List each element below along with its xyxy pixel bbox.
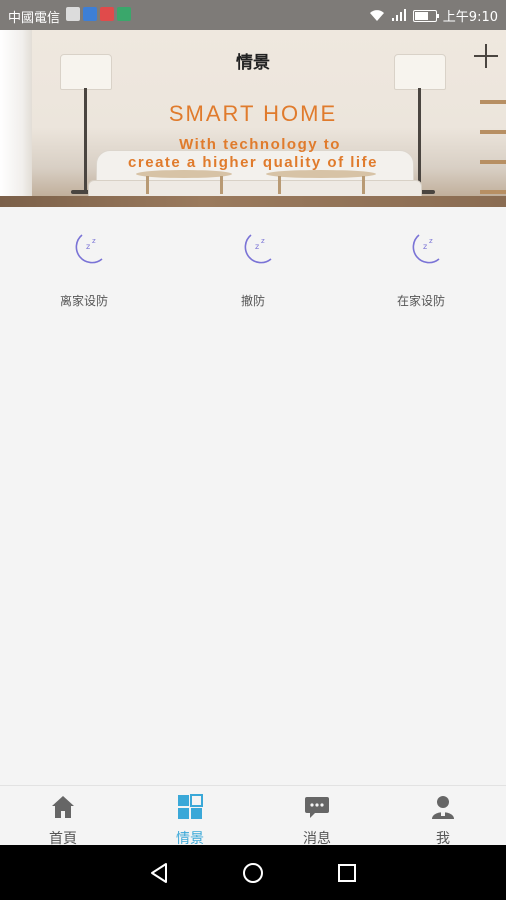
add-scene-button[interactable] (472, 42, 500, 70)
banner-headline: SMART HOME (168, 101, 338, 126)
moon-sleep-icon: z z (412, 234, 440, 264)
bottom-tab-bar: 首頁 情景 消息 我 (0, 785, 506, 847)
moon-sleep-icon: z z (75, 234, 103, 264)
svg-text:z: z (86, 242, 90, 251)
scene-list: z z 离家设防 z z 撤防 z z 在家设防 (0, 207, 506, 327)
coffee-table-right (266, 170, 376, 178)
table-leg (220, 176, 223, 194)
grid-icon (178, 794, 203, 819)
message-icon (305, 797, 329, 818)
user-icon (432, 796, 454, 819)
banner-tagline-1: With technology to (179, 136, 341, 153)
status-bar: 中國電信 上午9:10 (0, 0, 506, 30)
notification-icons (66, 7, 131, 21)
home-red-icon (100, 7, 114, 21)
tab-me[interactable]: 我 (380, 786, 506, 847)
system-nav-bar (0, 845, 506, 900)
moon-sleep-icon: z z (244, 234, 272, 264)
shield-icon (83, 7, 97, 21)
svg-text:z: z (261, 237, 265, 245)
floor (0, 196, 506, 207)
svg-text:z: z (429, 237, 433, 245)
wifi-icon (369, 10, 384, 21)
scene-disarm[interactable]: z z 撤防 (169, 207, 337, 317)
page-title: 情景 (236, 53, 270, 72)
table-leg (362, 176, 365, 194)
table-leg (278, 176, 281, 194)
tab-scene[interactable]: 情景 (127, 786, 253, 847)
table-leg (146, 176, 149, 194)
status-time: 上午9:10 (442, 10, 498, 25)
recents-icon[interactable] (333, 859, 361, 887)
battery-icon (412, 9, 439, 22)
carrier-name: 中國電信 (8, 11, 61, 26)
svg-text:z: z (423, 242, 427, 251)
image-icon (66, 7, 80, 21)
tab-messages[interactable]: 消息 (254, 786, 380, 847)
header-banner: 情景 SMART HOME With technology to create … (0, 30, 506, 207)
back-icon[interactable] (146, 859, 174, 887)
svg-text:z: z (92, 237, 96, 245)
scene-label: 在家设防 (396, 294, 445, 308)
scene-away-arm[interactable]: z z 离家设防 (0, 207, 168, 317)
home-green-icon (117, 7, 131, 21)
signal-icon (391, 9, 406, 21)
home-icon (52, 796, 74, 818)
svg-text:z: z (255, 242, 259, 251)
banner-tagline-2: create a higher quality of life (128, 154, 378, 171)
scene-home-arm[interactable]: z z 在家设防 (337, 207, 505, 317)
tab-home[interactable]: 首頁 (0, 786, 126, 847)
scene-label: 撤防 (240, 294, 265, 308)
status-right: 上午9:10 (369, 6, 498, 25)
scene-label: 离家设防 (59, 294, 108, 308)
home-nav-icon[interactable] (239, 859, 267, 887)
coffee-table-left (136, 170, 232, 178)
